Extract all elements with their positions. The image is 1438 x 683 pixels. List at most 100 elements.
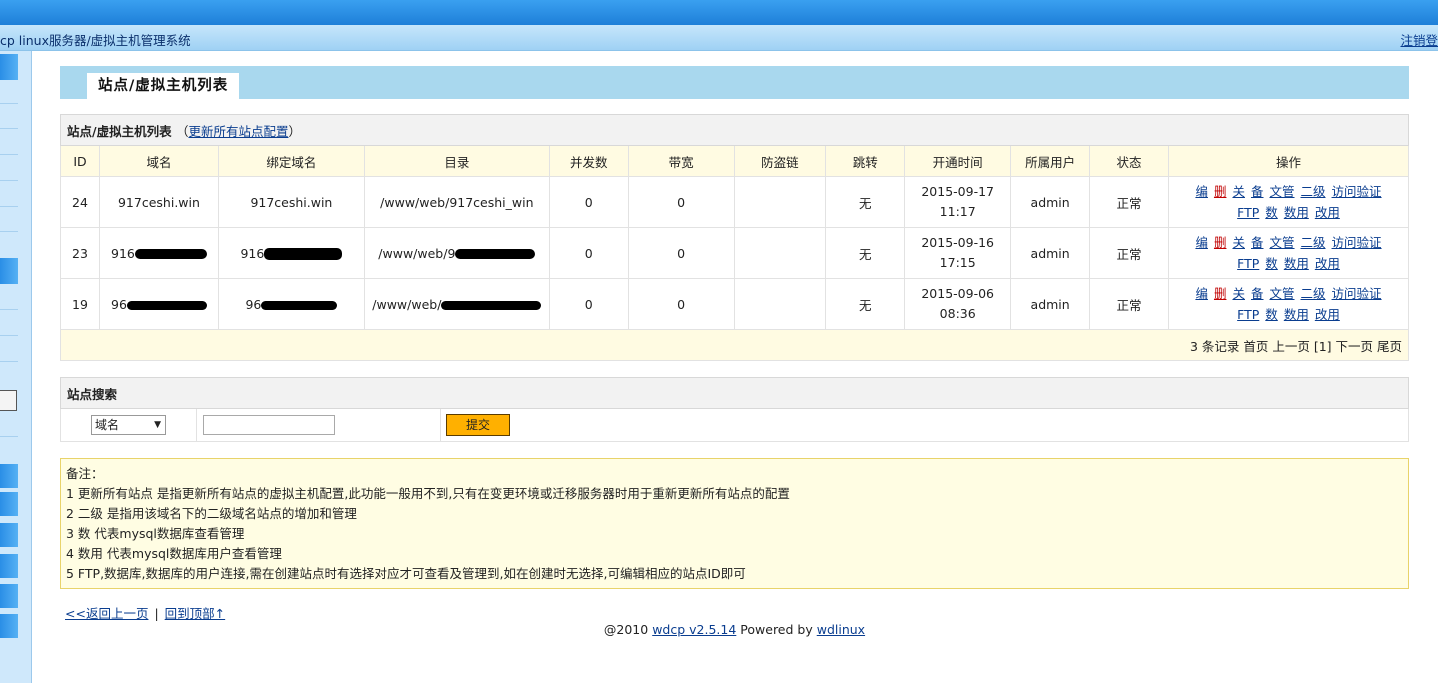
- domain-text: 916: [111, 245, 135, 261]
- bind-domain-text: 916: [240, 245, 265, 261]
- backup-link[interactable]: 备: [1251, 286, 1264, 301]
- sidebar-item[interactable]: [0, 554, 18, 578]
- back-to-top-link[interactable]: 回到顶部↑: [165, 606, 225, 621]
- subdomain-link[interactable]: 二级: [1301, 184, 1326, 199]
- site-list-title: 站点/虚拟主机列表: [67, 123, 172, 139]
- search-field-select[interactable]: 域名 ▼: [91, 415, 166, 435]
- ftp-link[interactable]: FTP: [1237, 307, 1259, 322]
- close-link[interactable]: 关: [1232, 235, 1245, 250]
- note-line: 1 更新所有站点 是指更新所有站点的虚拟主机配置,此功能一般用不到,只有在变更环…: [66, 486, 790, 501]
- col-header-bind-domain: 绑定域名: [217, 145, 365, 177]
- cell-owner: admin: [1010, 176, 1091, 228]
- change-user-link[interactable]: 改用: [1315, 205, 1340, 220]
- app-title: cp linux服务器/虚拟主机管理系统: [0, 33, 191, 48]
- cell-domain: 96: [98, 278, 219, 330]
- nav-links: <<返回上一页 | 回到顶部↑: [60, 603, 1409, 622]
- notes-heading: 备注：: [66, 466, 104, 481]
- backup-link[interactable]: 备: [1251, 235, 1264, 250]
- database-link[interactable]: 数: [1265, 256, 1278, 271]
- redaction-mark: [264, 248, 343, 260]
- table-row: 19 96 96 /www/web/ 0 0 无 2015-09-06 08:36…: [60, 278, 1409, 330]
- sidebar-divider: [0, 180, 18, 181]
- edit-link[interactable]: 编: [1195, 184, 1208, 199]
- cell-open-time: 2015-09-16 17:15: [904, 227, 1012, 279]
- delete-link[interactable]: 删: [1214, 286, 1227, 301]
- sidebar-item[interactable]: [0, 584, 18, 608]
- backup-link[interactable]: 备: [1251, 184, 1264, 199]
- close-link[interactable]: 关: [1232, 184, 1245, 199]
- redaction-mark: [134, 249, 207, 259]
- subdomain-link[interactable]: 二级: [1301, 235, 1326, 250]
- sidebar-item[interactable]: [0, 523, 18, 547]
- cell-actions: 编删关备文管 二级 访问验证 FTP 数数用 改用: [1168, 176, 1409, 228]
- file-manager-link[interactable]: 文管: [1270, 286, 1295, 301]
- redaction-mark: [126, 300, 207, 310]
- database-user-link[interactable]: 数用: [1284, 307, 1309, 322]
- cell-id: 19: [60, 278, 100, 330]
- ftp-link[interactable]: FTP: [1237, 256, 1259, 271]
- refresh-all-sites-link[interactable]: 更新所有站点配置: [188, 124, 288, 139]
- sidebar-input-box[interactable]: [0, 390, 17, 411]
- cell-bandwidth: 0: [627, 176, 735, 228]
- search-field-cell: 域名 ▼: [60, 408, 197, 442]
- database-link[interactable]: 数: [1265, 307, 1278, 322]
- main-content: 站点/虚拟主机列表 站点/虚拟主机列表 （更新所有站点配置） ID 域名 绑定域…: [60, 66, 1409, 637]
- edit-link[interactable]: 编: [1195, 235, 1208, 250]
- edit-link[interactable]: 编: [1195, 286, 1208, 301]
- pager[interactable]: 3 条记录 首页 上一页 [1] 下一页 尾页: [60, 329, 1409, 361]
- cell-redirect: 无: [825, 227, 906, 279]
- access-auth-link[interactable]: 访问验证: [1332, 286, 1382, 301]
- sidebar-divider: [0, 103, 18, 104]
- file-manager-link[interactable]: 文管: [1270, 184, 1295, 199]
- dir-text: /www/web/: [372, 296, 442, 312]
- cell-concurrency: 0: [548, 227, 629, 279]
- logout-link[interactable]: 注销登: [1400, 30, 1438, 49]
- cell-bind-domain: 96: [217, 278, 365, 330]
- access-auth-link[interactable]: 访问验证: [1332, 184, 1382, 199]
- sidebar-item[interactable]: [0, 492, 18, 516]
- vendor-link[interactable]: wdlinux: [817, 622, 865, 637]
- database-user-link[interactable]: 数用: [1284, 256, 1309, 271]
- change-user-link[interactable]: 改用: [1315, 307, 1340, 322]
- note-line: 2 二级 是指用该域名下的二级域名站点的增加和管理: [66, 506, 357, 521]
- search-field-value: 域名: [95, 418, 120, 432]
- open-clock: 17:15: [939, 255, 976, 270]
- cell-owner: admin: [1010, 227, 1091, 279]
- cell-hotlink: [733, 227, 827, 279]
- sidebar-divider: [0, 128, 18, 129]
- col-header-open-time: 开通时间: [904, 145, 1012, 177]
- database-user-link[interactable]: 数用: [1284, 205, 1309, 220]
- site-list-title-cell: 站点/虚拟主机列表 （更新所有站点配置）: [60, 114, 1409, 146]
- page-header: 站点/虚拟主机列表: [60, 66, 1409, 100]
- submit-button[interactable]: 提交: [446, 414, 510, 436]
- back-link[interactable]: <<返回上一页: [65, 606, 148, 621]
- close-link[interactable]: 关: [1232, 286, 1245, 301]
- sidebar-item[interactable]: [0, 464, 18, 488]
- change-user-link[interactable]: 改用: [1315, 256, 1340, 271]
- col-header-owner: 所属用户: [1010, 145, 1091, 177]
- sidebar-divider: [0, 335, 18, 336]
- ftp-link[interactable]: FTP: [1237, 205, 1259, 220]
- sidebar-item[interactable]: [0, 54, 18, 80]
- col-header-redirect: 跳转: [825, 145, 906, 177]
- note-line: 4 数用 代表mysql数据库用户查看管理: [66, 546, 282, 561]
- site-list-table: 站点/虚拟主机列表 （更新所有站点配置） ID 域名 绑定域名 目录 并发数 带…: [60, 114, 1409, 361]
- subdomain-link[interactable]: 二级: [1301, 286, 1326, 301]
- sidebar-item[interactable]: [0, 258, 18, 284]
- sidebar-item[interactable]: [0, 614, 18, 638]
- footer-powered: Powered by: [736, 622, 817, 637]
- delete-link[interactable]: 删: [1214, 184, 1227, 199]
- file-manager-link[interactable]: 文管: [1270, 235, 1295, 250]
- sidebar: [0, 51, 32, 683]
- delete-link[interactable]: 删: [1214, 235, 1227, 250]
- cell-concurrency: 0: [548, 278, 629, 330]
- site-search-table: 站点搜索 域名 ▼ 提交: [60, 377, 1409, 442]
- version-link[interactable]: wdcp v2.5.14: [652, 622, 736, 637]
- sidebar-divider: [0, 154, 18, 155]
- database-link[interactable]: 数: [1265, 205, 1278, 220]
- search-input[interactable]: [203, 415, 335, 435]
- cell-domain: 917ceshi.win: [98, 176, 219, 228]
- open-date: 2015-09-16: [921, 235, 995, 250]
- access-auth-link[interactable]: 访问验证: [1332, 235, 1382, 250]
- cell-id: 24: [60, 176, 100, 228]
